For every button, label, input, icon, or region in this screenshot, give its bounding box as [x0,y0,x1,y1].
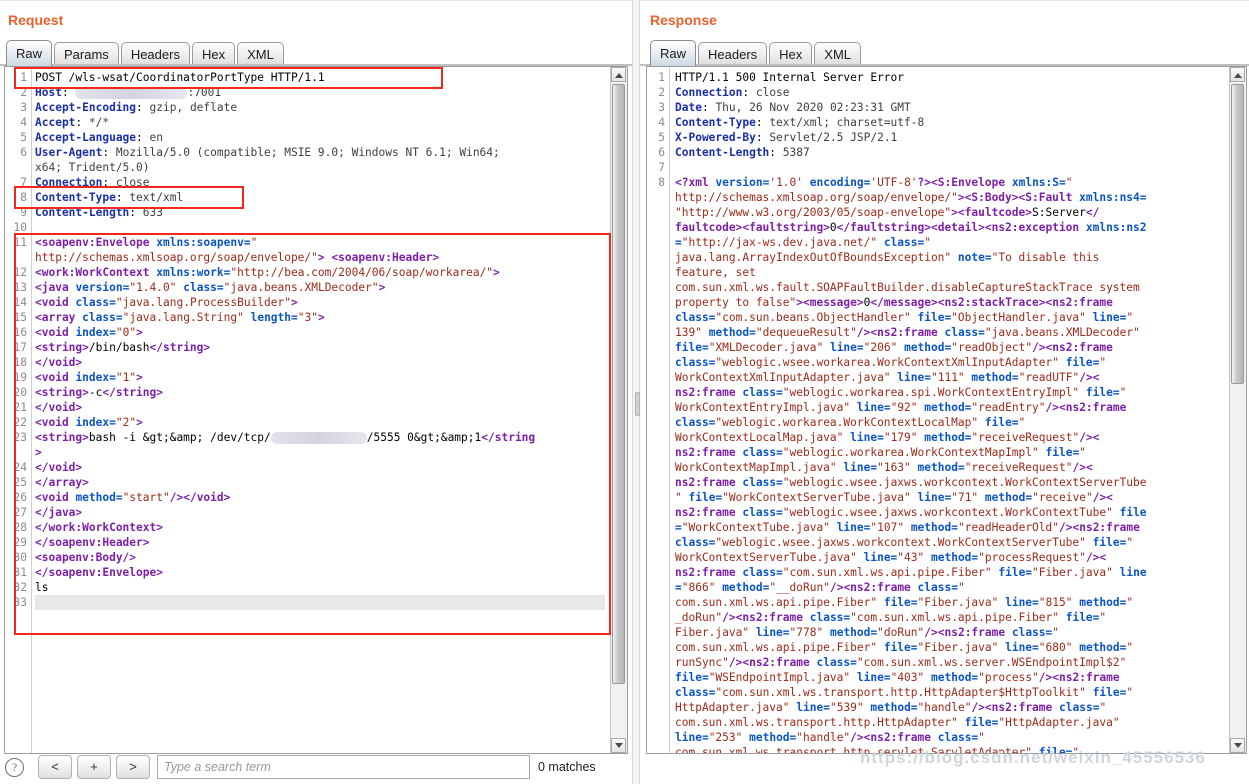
request-editor[interactable]: 123456 7 8 9 10 11 12 13 14 15 16 17 18 19 20 21 22 23 … [4,66,628,754]
search-add-button[interactable]: + [77,755,111,779]
request-tabstrip: Raw Params Headers Hex XML [6,38,286,66]
request-search-input[interactable]: Type a search term [157,755,530,779]
request-code[interactable]: POST /wls-wsat/CoordinatorPortType HTTP/… [35,70,627,753]
search-prev-button[interactable]: < [38,755,72,779]
tab-response-headers[interactable]: Headers [698,42,768,66]
search-next-button[interactable]: > [116,755,150,779]
response-editor[interactable]: 12345678 HTTP/1.1 500 Internal Server Er… [646,66,1247,754]
response-panel: Response Raw Headers Hex XML 12345678 HT… [640,0,1249,784]
response-gutter-rule [669,67,670,753]
scroll-down-arrow-icon[interactable] [1230,738,1245,753]
request-vertical-scrollbar[interactable] [610,67,627,753]
tab-response-hex[interactable]: Hex [769,42,813,66]
burp-message-viewer: Request Raw Params Headers Hex XML 12345… [0,0,1249,784]
response-panel-title: Response [650,12,717,28]
response-line-numbers: 12345678 [647,67,669,753]
response-scroll-thumb[interactable] [1231,84,1244,384]
request-panel: Request Raw Params Headers Hex XML 12345… [0,0,632,784]
response-code[interactable]: HTTP/1.1 500 Internal Server Error Conne… [675,70,1246,753]
tab-request-raw[interactable]: Raw [6,40,53,66]
help-icon[interactable]: ? [5,758,24,777]
tab-request-xml[interactable]: XML [237,42,284,66]
request-bottom-bar: ? < + > Type a search term 0 matches [0,752,632,784]
response-tabstrip: Raw Headers Hex XML [650,38,863,66]
request-match-count: 0 matches [538,760,596,774]
tab-response-raw[interactable]: Raw [650,40,697,66]
scroll-up-arrow-icon[interactable] [1230,67,1245,82]
request-gutter-rule [31,67,32,753]
request-panel-title: Request [8,12,64,28]
panel-splitter[interactable] [632,0,640,784]
tab-request-params[interactable]: Params [54,42,119,66]
scroll-up-arrow-icon[interactable] [611,67,626,82]
response-vertical-scrollbar[interactable] [1229,67,1246,753]
tab-request-headers[interactable]: Headers [120,42,190,66]
tab-response-xml[interactable]: XML [814,42,862,66]
scroll-down-arrow-icon[interactable] [611,738,626,753]
request-scroll-thumb[interactable] [612,84,625,684]
request-line-numbers: 123456 7 8 9 10 11 12 13 14 15 16 17 18 19 20 21 22 23 … [5,67,31,753]
tab-request-hex[interactable]: Hex [191,42,236,66]
